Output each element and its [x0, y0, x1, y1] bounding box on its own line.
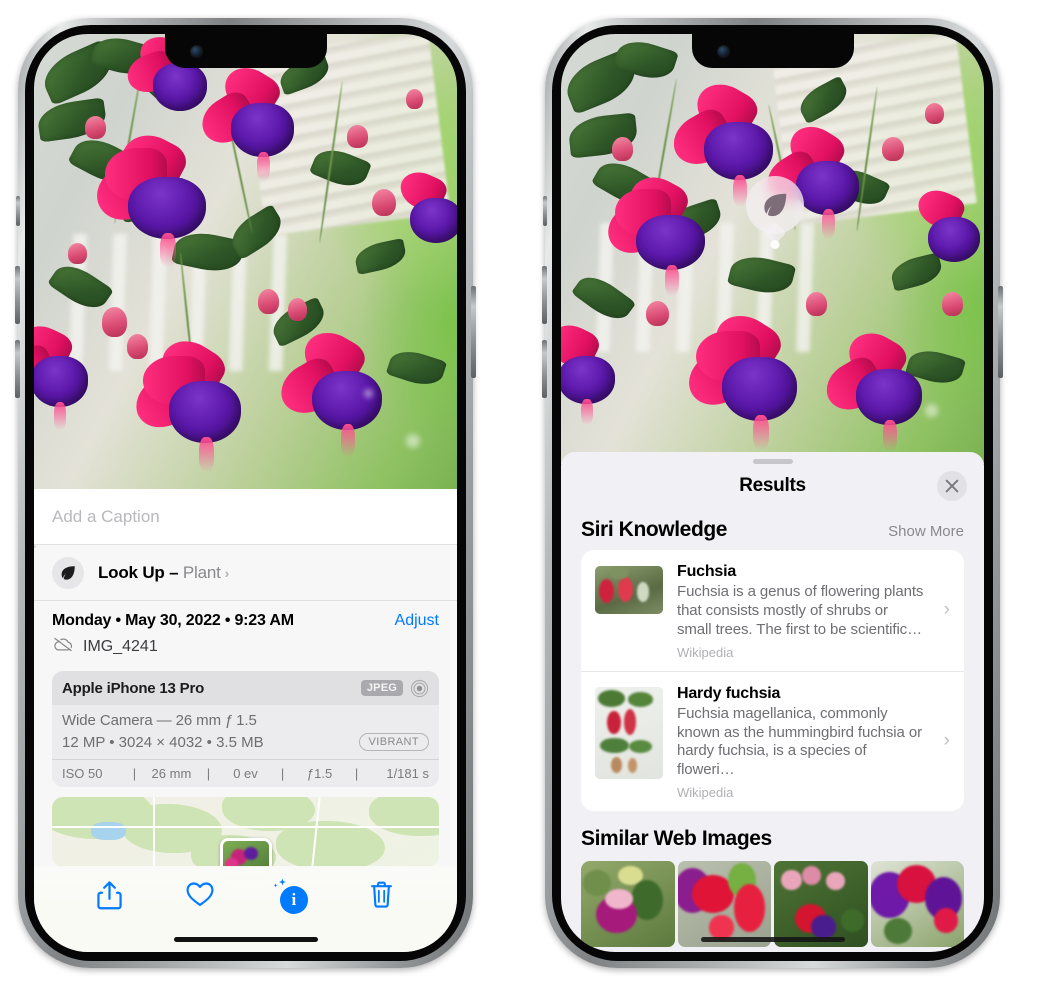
file-format-badge: JPEG [360, 680, 403, 696]
siri-knowledge-header: Siri Knowledge Show More [561, 508, 984, 550]
display-notch [691, 34, 854, 68]
exif-aperture: ƒ1.5 [306, 766, 333, 781]
chevron-right-icon: › [943, 730, 950, 752]
photo-location-pin[interactable] [219, 837, 272, 867]
caption-placeholder: Add a Caption [52, 506, 160, 526]
exif-shutter: 1/181 s [386, 766, 429, 781]
results-sheet: Results Siri Knowledge Show More Fuchsia… [561, 452, 984, 952]
resolution-info: 12 MP • 3024 × 4032 • 3.5 MB [62, 733, 264, 751]
knowledge-title: Hardy fuchsia [677, 684, 781, 702]
photo-filename: IMG_4241 [83, 637, 158, 655]
look-up-row[interactable]: ✦ ✦ Look Up – Plant› [34, 540, 457, 601]
look-up-label: Look Up – Plant › [98, 562, 230, 582]
section-title: Similar Web Images [581, 827, 772, 851]
side-power-button[interactable] [998, 286, 1003, 378]
exif-focal-length: 26 mm [151, 766, 192, 781]
front-camera-icon [717, 46, 729, 57]
knowledge-title: Fuchsia [677, 563, 737, 580]
results-header: Results [561, 464, 984, 508]
info-glyph: i [279, 886, 308, 914]
caption-row[interactable]: Add a Caption [34, 489, 457, 545]
volume-down-button[interactable] [15, 340, 20, 398]
metadata-block: Monday • May 30, 2022 • 9:23 AM Adjust I… [34, 601, 457, 667]
fuchsia-thumbnail [595, 566, 663, 614]
sparkle-icon-large: ✦ [34, 540, 39, 555]
leaf-icon [764, 193, 787, 217]
section-title: Siri Knowledge [581, 518, 728, 541]
location-map-thumbnail[interactable] [52, 797, 439, 867]
info-sparkle-icon: i [273, 878, 308, 914]
hardy-fuchsia-thumbnail [595, 686, 663, 779]
show-more-button[interactable]: Show More [888, 523, 964, 540]
photo-fuchsia-left[interactable] [34, 34, 457, 489]
home-indicator[interactable] [173, 937, 318, 942]
badge-anchor-dot [770, 240, 780, 249]
knowledge-text: Fuchsia Fuchsia is a genus of flowering … [677, 563, 950, 660]
photo-info-sheet: Add a Caption ✦ ✦ Look Up – Plant› Monda… [34, 489, 457, 952]
close-icon [945, 479, 959, 493]
mute-switch[interactable] [16, 196, 20, 226]
siri-knowledge-card: Fuchsia Fuchsia is a genus of flowering … [581, 550, 964, 812]
similar-web-images-strip[interactable] [561, 861, 984, 948]
list-item[interactable]: Hardy fuchsia Fuchsia magellanica, commo… [581, 670, 964, 812]
leaf-icon [52, 556, 84, 589]
volume-up-button[interactable] [15, 266, 20, 324]
web-image-thumbnail[interactable] [870, 861, 964, 948]
photo-fuchsia-right[interactable] [561, 34, 984, 464]
adjust-button[interactable]: Adjust [395, 612, 439, 630]
screenshot-stage: Add a Caption ✦ ✦ Look Up – Plant› Monda… [0, 0, 1055, 985]
exif-exposure-comp: 0 ev [233, 766, 258, 781]
delete-button[interactable] [336, 880, 427, 909]
lens-icon [410, 679, 429, 698]
volume-down-button[interactable] [542, 340, 547, 398]
knowledge-source: Wikipedia [677, 644, 734, 660]
home-indicator[interactable] [700, 937, 845, 942]
info-button[interactable]: i [246, 878, 337, 914]
phone-screen-left: Add a Caption ✦ ✦ Look Up – Plant› Monda… [34, 34, 457, 952]
web-image-thumbnail[interactable] [581, 861, 675, 948]
exif-iso: ISO 50 [62, 766, 103, 781]
lens-info: Wide Camera — 26 mm ƒ 1.5 [62, 712, 257, 729]
iphone-left-photo-info: Add a Caption ✦ ✦ Look Up – Plant› Monda… [15, 18, 476, 968]
visual-look-up-badge[interactable] [746, 176, 804, 249]
display-notch [164, 34, 327, 68]
web-image-thumbnail[interactable] [774, 861, 868, 948]
phone-screen-right: Results Siri Knowledge Show More Fuchsia… [561, 34, 984, 952]
front-camera-icon [190, 46, 202, 57]
web-image-thumbnail[interactable] [677, 861, 771, 948]
side-power-button[interactable] [471, 286, 476, 378]
close-button[interactable] [937, 471, 967, 501]
exif-device-row: Apple iPhone 13 Pro JPEG [52, 671, 439, 705]
iphone-right-visual-lookup: Results Siri Knowledge Show More Fuchsia… [542, 18, 1003, 968]
knowledge-description: Fuchsia is a genus of flowering plants t… [677, 583, 924, 638]
knowledge-source: Wikipedia [677, 785, 734, 801]
share-button[interactable] [64, 880, 155, 911]
page-title: Results [739, 475, 806, 496]
exif-card: Apple iPhone 13 Pro JPEG Wide Camera — 2… [52, 671, 439, 787]
similar-web-images-header: Similar Web Images [561, 811, 984, 859]
cloud-slash-icon [52, 636, 74, 657]
favorite-button[interactable] [155, 880, 246, 908]
exif-settings-row: ISO 50 | 26 mm | 0 ev | ƒ1.5 | 1/181 s [52, 759, 439, 787]
volume-up-button[interactable] [542, 266, 547, 324]
mute-switch[interactable] [543, 196, 547, 226]
knowledge-description: Fuchsia magellanica, commonly known as t… [677, 704, 922, 779]
photo-style-badge: VIBRANT [358, 733, 429, 751]
chevron-right-icon: › [943, 599, 950, 621]
photo-datetime: Monday • May 30, 2022 • 9:23 AM [52, 612, 294, 629]
knowledge-text: Hardy fuchsia Fuchsia magellanica, commo… [677, 685, 950, 801]
chevron-right-icon: › [224, 564, 230, 581]
list-item[interactable]: Fuchsia Fuchsia is a genus of flowering … [581, 550, 964, 671]
camera-device-name: Apple iPhone 13 Pro [62, 679, 205, 697]
